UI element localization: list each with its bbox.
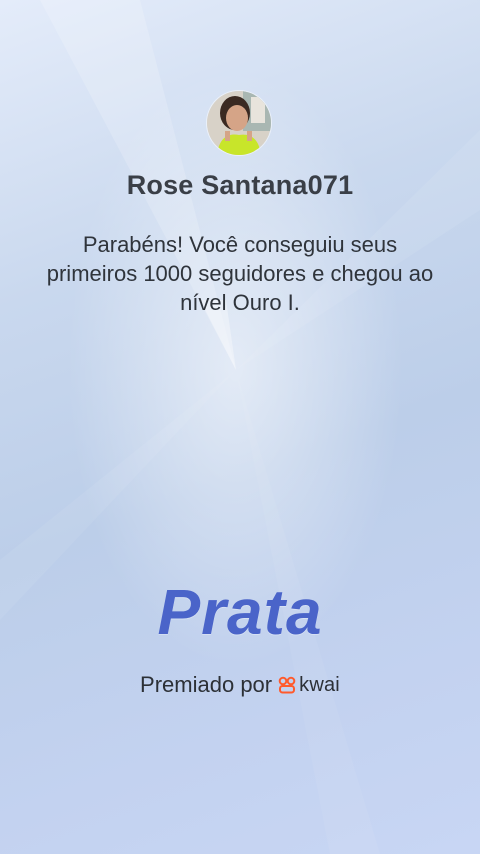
level-badge-title: Prata	[157, 576, 323, 648]
awarded-label: Premiado por	[140, 672, 273, 697]
awarded-by: Premiado por kwai	[0, 672, 480, 698]
username-title: Rose Santana071	[126, 170, 354, 200]
congratulations-message: Parabéns! Você conseguiu seus primeiros …	[46, 232, 434, 315]
user-photo-icon	[207, 91, 271, 155]
kwai-brand-text: kwai	[299, 673, 340, 696]
kwai-brand: kwai	[278, 674, 340, 697]
user-avatar[interactable]	[207, 91, 271, 155]
kwai-logo-icon	[278, 676, 296, 694]
